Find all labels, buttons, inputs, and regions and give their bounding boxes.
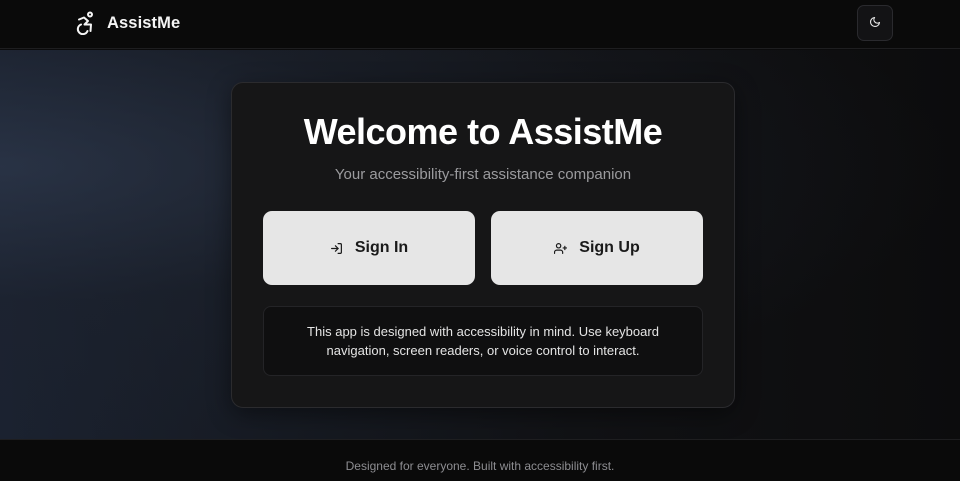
page-footer: Designed for everyone. Built with access… (0, 439, 960, 481)
user-plus-icon (554, 242, 568, 255)
sign-up-button[interactable]: Sign Up (491, 211, 703, 285)
log-in-icon (330, 242, 343, 255)
sign-in-button[interactable]: Sign In (263, 211, 475, 285)
main-content: Welcome to AssistMe Your accessibility-f… (0, 50, 960, 439)
accessibility-notice: This app is designed with accessibility … (263, 306, 703, 376)
page-title: Welcome to AssistMe (303, 111, 663, 152)
notice-text: This app is designed with accessibility … (307, 324, 659, 358)
accessibility-icon (75, 11, 97, 36)
top-header: AssistMe (0, 0, 960, 49)
brand-name: AssistMe (107, 13, 181, 32)
moon-icon (869, 16, 881, 31)
sign-in-label: Sign In (354, 239, 409, 256)
sign-up-label: Sign Up (579, 239, 640, 256)
theme-toggle-button[interactable] (857, 5, 893, 41)
page-subtitle: Your accessibility-first assistance comp… (334, 166, 632, 183)
welcome-card: Welcome to AssistMe Your accessibility-f… (231, 82, 735, 408)
brand-link[interactable]: AssistMe (75, 11, 181, 36)
footer-text: Designed for everyone. Built with access… (345, 458, 615, 473)
